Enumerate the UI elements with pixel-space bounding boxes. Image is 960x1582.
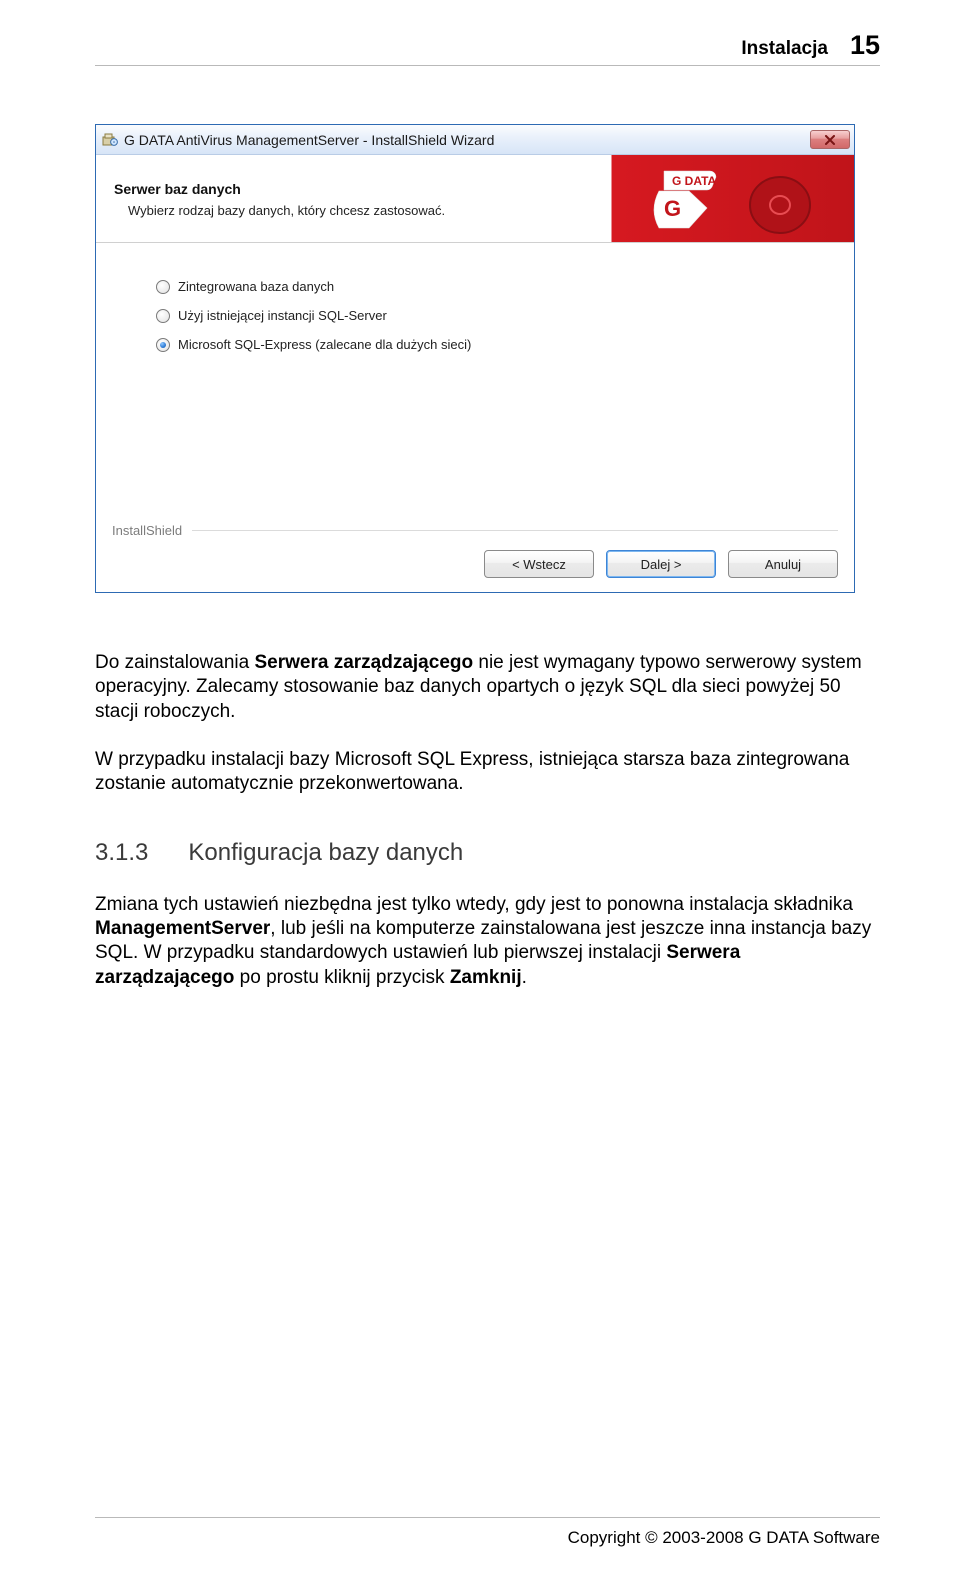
section-heading: 3.1.3 Konfiguracja bazy danych [95, 839, 880, 867]
wizard-body: Zintegrowana baza danych Użyj istniejące… [96, 243, 854, 513]
back-button[interactable]: < Wstecz [484, 550, 594, 578]
gdata-logo-icon: G DATA G [614, 163, 814, 240]
section-number: 3.1.3 [95, 839, 148, 867]
page-number: 15 [850, 30, 880, 61]
paragraph-1: Do zainstalowania Serwera zarządzającego… [95, 651, 880, 724]
installer-window: G DATA AntiVirus ManagementServer - Inst… [95, 124, 855, 593]
svg-text:G: G [664, 196, 681, 221]
installshield-label: InstallShield [112, 523, 182, 538]
radio-icon [156, 338, 170, 352]
section-title: Konfiguracja bazy danych [188, 839, 463, 867]
radio-label: Użyj istniejącej instancji SQL-Server [178, 308, 387, 323]
paragraph-3: Zmiana tych ustawień niezbędna jest tylk… [95, 893, 880, 990]
header-rule [95, 65, 880, 66]
copyright: Copyright © 2003-2008 G DATA Software [568, 1528, 880, 1548]
page-header-title: Instalacja [741, 38, 828, 60]
close-button[interactable] [810, 130, 850, 149]
next-button[interactable]: Dalej > [606, 550, 716, 578]
wizard-header: Serwer baz danych Wybierz rodzaj bazy da… [96, 155, 854, 243]
footer-rule [95, 1517, 880, 1518]
paragraph-2: W przypadku instalacji bazy Microsoft SQ… [95, 748, 880, 797]
svg-text:G DATA: G DATA [672, 174, 717, 188]
radio-option-integrated[interactable]: Zintegrowana baza danych [156, 279, 836, 294]
titlebar: G DATA AntiVirus ManagementServer - Inst… [96, 125, 854, 155]
radio-label: Zintegrowana baza danych [178, 279, 334, 294]
radio-label: Microsoft SQL-Express (zalecane dla duży… [178, 337, 471, 352]
cancel-button[interactable]: Anuluj [728, 550, 838, 578]
radio-icon [156, 309, 170, 323]
wizard-footer: InstallShield < Wstecz Dalej > Anuluj [96, 513, 854, 592]
radio-option-existing-sql[interactable]: Użyj istniejącej instancji SQL-Server [156, 308, 836, 323]
installer-app-icon [102, 132, 118, 148]
divider [192, 530, 838, 531]
radio-icon [156, 280, 170, 294]
radio-option-sql-express[interactable]: Microsoft SQL-Express (zalecane dla duży… [156, 337, 836, 352]
titlebar-text: G DATA AntiVirus ManagementServer - Inst… [124, 132, 804, 148]
